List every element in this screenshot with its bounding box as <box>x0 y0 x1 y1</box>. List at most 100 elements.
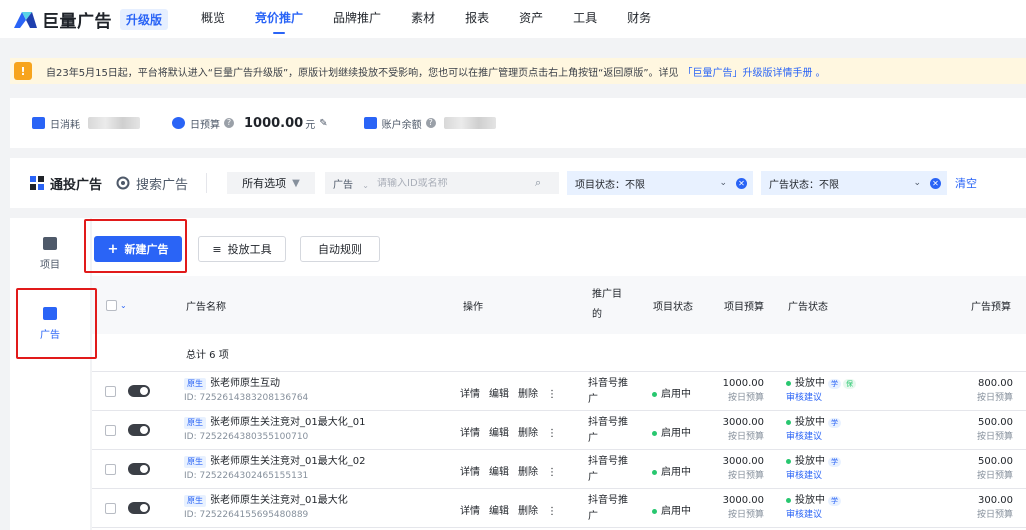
review-suggestion-link[interactable]: 审核建议 <box>786 469 841 484</box>
more-icon[interactable]: ⋮ <box>547 506 557 517</box>
delete-link[interactable]: 删除 <box>518 428 538 439</box>
project-budget: 3000.00 <box>722 417 764 428</box>
daily-budget: 日预算 ? 1000.00 元 ✎ <box>172 116 328 131</box>
clear-icon[interactable]: ✕ <box>736 177 748 189</box>
rail-item-project[interactable]: 项目 <box>10 224 90 284</box>
daily-budget-unit: 元 <box>305 119 316 131</box>
row-toggle-switch[interactable] <box>128 385 150 397</box>
review-suggestion-link[interactable]: 审核建议 <box>786 430 841 445</box>
project-budget-type: 按日预算 <box>727 510 764 520</box>
clear-filters-link[interactable]: 清空 <box>955 175 977 191</box>
table-row[interactable]: 原生 张老师原生关注竞对_01最大化_01 ID: 7252264380355100… <box>92 411 1026 450</box>
list-icon: ≡ <box>212 242 222 256</box>
version-badge: 升级版 <box>120 8 169 30</box>
status-dot <box>786 497 791 503</box>
ad-budget-cell: 800.00 按日预算 <box>958 376 1013 406</box>
detail-link[interactable]: 详情 <box>460 467 480 478</box>
tab-general-ads[interactable]: 通投广告 <box>30 174 102 193</box>
clear-icon[interactable]: ✕ <box>930 177 942 189</box>
project-status-filter[interactable]: 项目状态：不限 ⌄ ✕ <box>567 171 754 195</box>
delete-link[interactable]: 删除 <box>518 389 538 400</box>
nav-item[interactable]: 竞价推广 <box>240 0 318 38</box>
nav-item[interactable]: 工具 <box>558 0 612 38</box>
review-suggestion-link[interactable]: 审核建议 <box>786 508 841 523</box>
ad-budget-type: 按日预算 <box>976 432 1013 442</box>
search-icon[interactable]: ⌕ <box>535 176 541 190</box>
nav-item[interactable]: 财务 <box>612 0 666 38</box>
coins-icon <box>172 117 185 129</box>
row-toggle-switch[interactable] <box>128 424 150 436</box>
table-row[interactable]: 原生 张老师原生互动 ID: 7252614383208136764 详情 编辑 删除 ⋮ 抖… <box>92 372 1026 411</box>
nav-item[interactable]: 概览 <box>186 0 240 38</box>
edit-link[interactable]: 编辑 <box>489 506 509 517</box>
ad-budget: 800.00 <box>978 378 1013 389</box>
table-row[interactable]: 原生 张老师原生关注竞对_01最大化 ID: 7252264155695480889… <box>92 489 1026 528</box>
ad-name[interactable]: 张老师原生关注竞对_01最大化_01 <box>210 417 365 428</box>
project-budget-cell: 3000.00 按日预算 <box>714 493 764 523</box>
help-icon[interactable]: ? <box>224 118 234 128</box>
row-checkbox[interactable] <box>105 425 116 436</box>
search-input[interactable] <box>377 177 528 189</box>
plus-icon: + <box>107 241 119 257</box>
status-dot <box>652 508 657 514</box>
more-icon[interactable]: ⋮ <box>547 389 557 400</box>
row-toggle-switch[interactable] <box>128 463 150 475</box>
review-suggestion-link[interactable]: 审核建议 <box>786 391 856 406</box>
filter-bar: 通投广告 搜索广告 所有选项 ▼ 广告 ⌄ ⌕ 项目状态：不限 ⌄ ✕ 广告状态… <box>10 158 1026 208</box>
project-budget-type: 按日预算 <box>727 432 764 442</box>
ad-name[interactable]: 张老师原生互动 <box>210 378 280 389</box>
ops-cell: 详情 编辑 删除 ⋮ <box>460 424 566 439</box>
row-checkbox[interactable] <box>105 464 116 475</box>
ops-cell: 详情 编辑 删除 ⋮ <box>460 502 566 517</box>
tab-search-ads[interactable]: 搜索广告 <box>116 174 188 193</box>
detail-link[interactable]: 详情 <box>460 428 480 439</box>
edit-link[interactable]: 编辑 <box>489 389 509 400</box>
help-icon[interactable]: ? <box>425 118 436 128</box>
ad-name[interactable]: 张老师原生关注竞对_01最大化 <box>210 495 348 506</box>
delete-link[interactable]: 删除 <box>518 467 538 478</box>
nav-item[interactable]: 报表 <box>450 0 504 38</box>
detail-link[interactable]: 详情 <box>460 389 480 400</box>
edit-link[interactable]: 编辑 <box>489 428 509 439</box>
status-dot <box>652 430 657 436</box>
ad-name[interactable]: 张老师原生关注竞对_01最大化_02 <box>210 456 365 467</box>
warning-icon: ! <box>14 62 32 80</box>
project-budget-type: 按日预算 <box>727 393 764 403</box>
learning-badge: 学 <box>828 496 841 506</box>
search-type-select[interactable]: 广告 ⌄ <box>325 176 377 191</box>
daily-spend: 日消耗 <box>32 116 140 131</box>
delivery-tools-button[interactable]: ≡ 投放工具 <box>198 236 286 262</box>
nav-item[interactable]: 资产 <box>504 0 558 38</box>
edit-budget-icon[interactable]: ✎ <box>319 118 327 129</box>
new-ad-label: 新建广告 <box>124 243 169 256</box>
notice-manual-link[interactable]: 「巨量广告」升级版详情手册 <box>683 64 813 79</box>
ops-cell: 详情 编辑 删除 ⋮ <box>460 385 566 400</box>
search-type-label: 广告 <box>333 179 354 191</box>
select-all-checkbox[interactable] <box>106 299 117 311</box>
select-all-header[interactable]: ⌄ <box>106 276 127 334</box>
all-options-button[interactable]: 所有选项 ▼ <box>227 172 316 194</box>
table-row[interactable]: 原生 张老师原生关注竞对_01最大化_02 ID: 7252264302465155… <box>92 450 1026 489</box>
row-toggle-switch[interactable] <box>128 502 150 514</box>
row-checkbox[interactable] <box>105 386 116 397</box>
chevron-down-icon: ⌄ <box>120 300 127 310</box>
ad-status-filter[interactable]: 广告状态：不限 ⌄ ✕ <box>761 171 948 195</box>
divider <box>206 173 208 193</box>
ads-panel: + 新建广告 ≡ 投放工具 自动规则 ⌄ 广告名称 操作 推广目 的 项目状态 … <box>92 218 1026 530</box>
more-icon[interactable]: ⋮ <box>547 467 557 478</box>
new-ad-button[interactable]: + 新建广告 <box>94 236 182 262</box>
nav-item[interactable]: 素材 <box>396 0 450 38</box>
rail-item-ad[interactable]: 广告 <box>10 294 90 354</box>
nav-item[interactable]: 品牌推广 <box>318 0 396 38</box>
status-dot <box>786 458 791 464</box>
detail-link[interactable]: 详情 <box>460 506 480 517</box>
edit-link[interactable]: 编辑 <box>489 467 509 478</box>
more-icon[interactable]: ⋮ <box>547 428 557 439</box>
logo[interactable]: 巨量广告 升级版 <box>12 7 169 32</box>
project-status-cell: 启用中 <box>652 424 691 439</box>
project-budget-type: 按日预算 <box>727 471 764 481</box>
project-budget-cell: 3000.00 按日预算 <box>714 415 764 445</box>
delete-link[interactable]: 删除 <box>518 506 538 517</box>
row-checkbox[interactable] <box>105 503 116 514</box>
auto-rules-button[interactable]: 自动规则 <box>300 236 380 262</box>
